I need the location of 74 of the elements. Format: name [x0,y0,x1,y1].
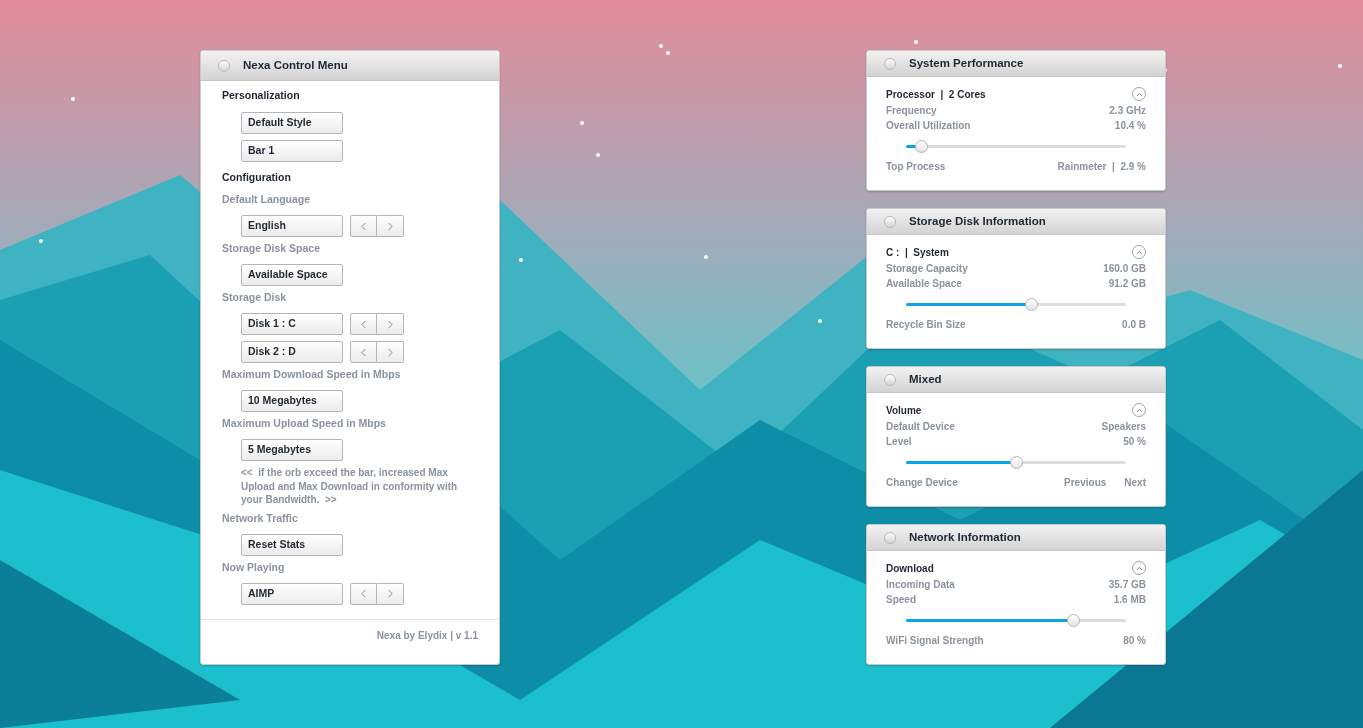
stat-value: 35.7 GB [1108,578,1146,592]
orb-icon [884,57,896,70]
collapse-button[interactable] [1132,561,1146,575]
slider-thumb[interactable] [1010,455,1023,469]
stat-label: Top Process [886,160,946,174]
setting-label: Now Playing [222,559,286,575]
orb-icon [884,373,896,386]
stat-label: Incoming Data [886,578,955,592]
stat-label: Frequency [886,104,937,118]
option-button[interactable]: Default Style [241,112,343,134]
orb-icon [884,531,896,544]
option-button[interactable]: English [241,215,343,237]
option-button[interactable]: Available Space [241,264,343,286]
widget-heading: Volume [886,403,922,418]
option-button[interactable]: Disk 2 : D [241,341,343,363]
stat-label: Default Device [886,420,955,434]
widget-heading: Processor | 2 Cores [886,87,986,102]
setting-label: Maximum Download Speed in Mbps [222,367,402,383]
hint-text: << if the orb exceed the bar, increased Max Upload and Max Download in conformity with your Bandwidth. >> [240,466,459,507]
option-button[interactable]: Reset Stats [241,533,343,556]
previous-button[interactable] [350,341,377,363]
setting-label: Maximum Upload Speed in Mbps [222,416,387,432]
stat-value: 160.0 GB [1103,262,1146,276]
collapse-button[interactable] [1132,245,1146,259]
stat-value: 91.2 GB [1108,277,1146,291]
panel-title: Mixed [909,371,942,387]
stat-label: Speed [886,593,916,607]
next-button[interactable] [377,313,404,335]
next-button[interactable] [377,215,404,237]
widget-heading: C : | System [886,245,949,260]
stat-value: 0.0 B [1122,318,1146,332]
previous-button[interactable] [350,215,377,237]
option-button[interactable]: 10 Megabytes [241,390,343,412]
previous-button[interactable] [350,313,377,335]
option-button[interactable]: 5 Megabytes [241,439,343,461]
panel-title: System Performance [909,55,1024,71]
next-button[interactable] [377,341,404,363]
stat-value: 2.3 GHz [1109,104,1146,118]
slider-thumb[interactable] [1025,297,1039,311]
option-button[interactable]: AIMP [241,582,343,605]
section-heading: Personalization [222,88,301,104]
panel-title: Network Information [909,529,1021,545]
previous-button[interactable] [350,582,377,605]
stat-label: Available Space [886,277,962,291]
stat-value: 50 % [1123,435,1146,449]
stat-value: 80 % [1123,634,1146,648]
collapse-button[interactable] [1132,87,1146,101]
stat-value: 10.4 % [1114,119,1146,133]
panel-title: Storage Disk Information [909,213,1046,229]
collapse-button[interactable] [1132,403,1146,417]
option-button[interactable]: Disk 1 : C [241,313,343,335]
section-heading: Configuration [222,170,292,186]
panel-title: Nexa Control Menu [243,57,348,73]
slider-thumb[interactable] [915,139,929,153]
setting-label: Network Traffic [222,510,299,526]
widget-heading: Download [886,561,934,576]
stat-value: Rainmeter | 2.9 % [1057,160,1146,174]
stat-label: WiFi Signal Strength [886,634,984,648]
version-text: Nexa by Elydix | v 1.1 [376,629,478,643]
orb-icon [884,215,896,228]
stat-label: Change Device [886,476,958,490]
setting-label: Storage Disk Space [222,241,322,257]
setting-label: Default Language [222,192,312,208]
setting-label: Storage Disk [222,290,288,306]
stat-label: Storage Capacity [886,262,968,276]
orb-icon [218,59,230,72]
stat-label: Recycle Bin Size [886,318,966,332]
slider-thumb[interactable] [1067,613,1081,627]
next-button[interactable] [377,582,404,605]
stat-value: Speakers [1101,420,1146,434]
stat-value: 1.6 MB [1113,593,1146,607]
stat-label: Level [886,435,912,449]
option-button[interactable]: Bar 1 [241,140,343,162]
stat-label: Overall Utilization [886,119,971,133]
